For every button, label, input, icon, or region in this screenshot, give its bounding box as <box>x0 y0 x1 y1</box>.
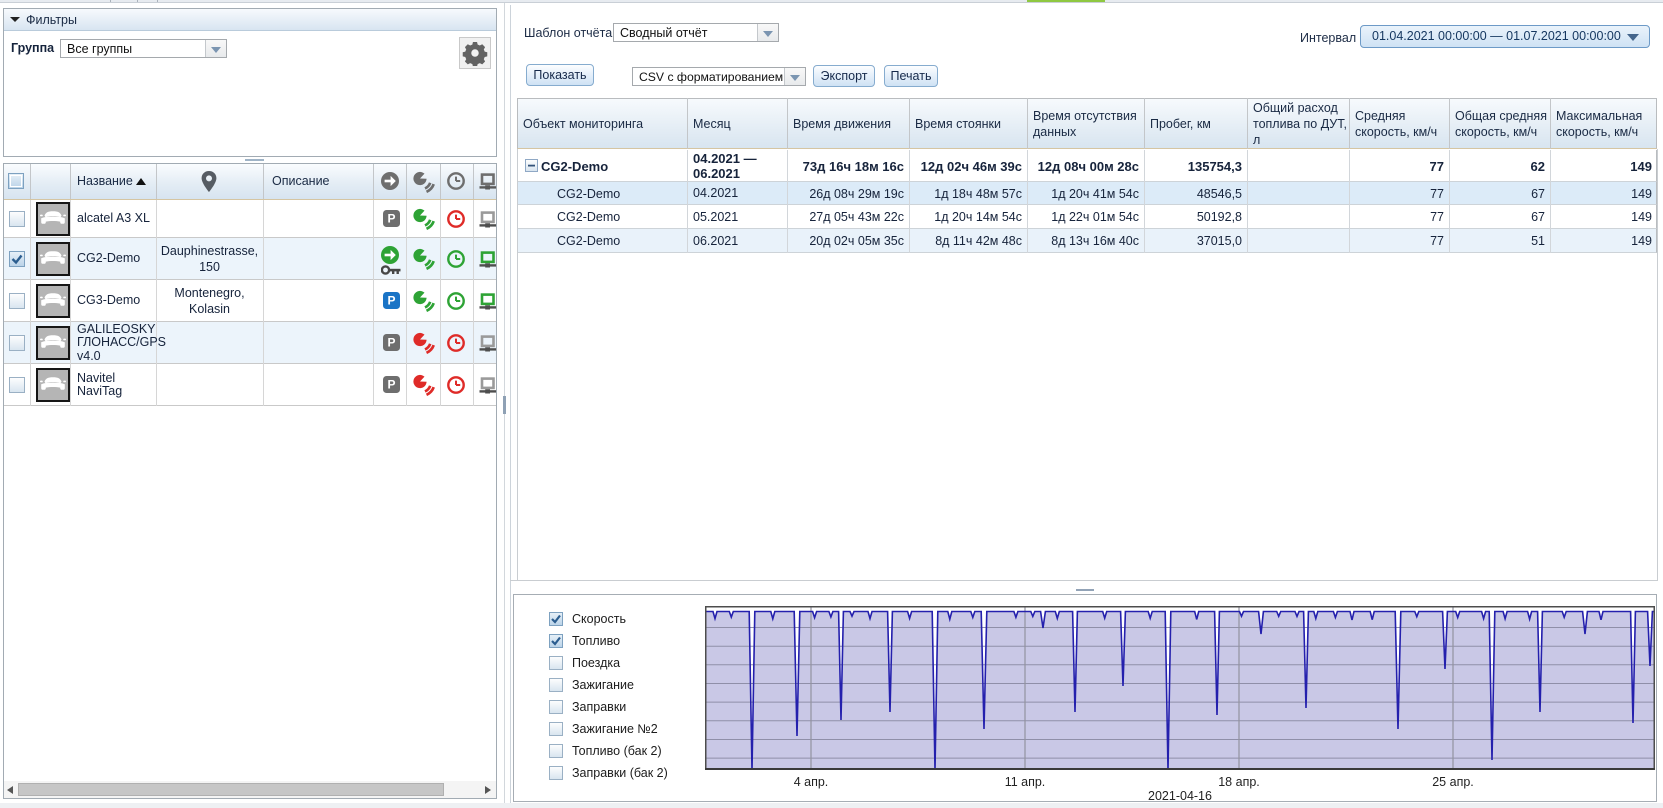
svg-text:P: P <box>387 378 395 392</box>
svg-text:P: P <box>387 294 395 308</box>
svg-text:P: P <box>387 212 395 226</box>
svg-text:P: P <box>387 336 395 350</box>
